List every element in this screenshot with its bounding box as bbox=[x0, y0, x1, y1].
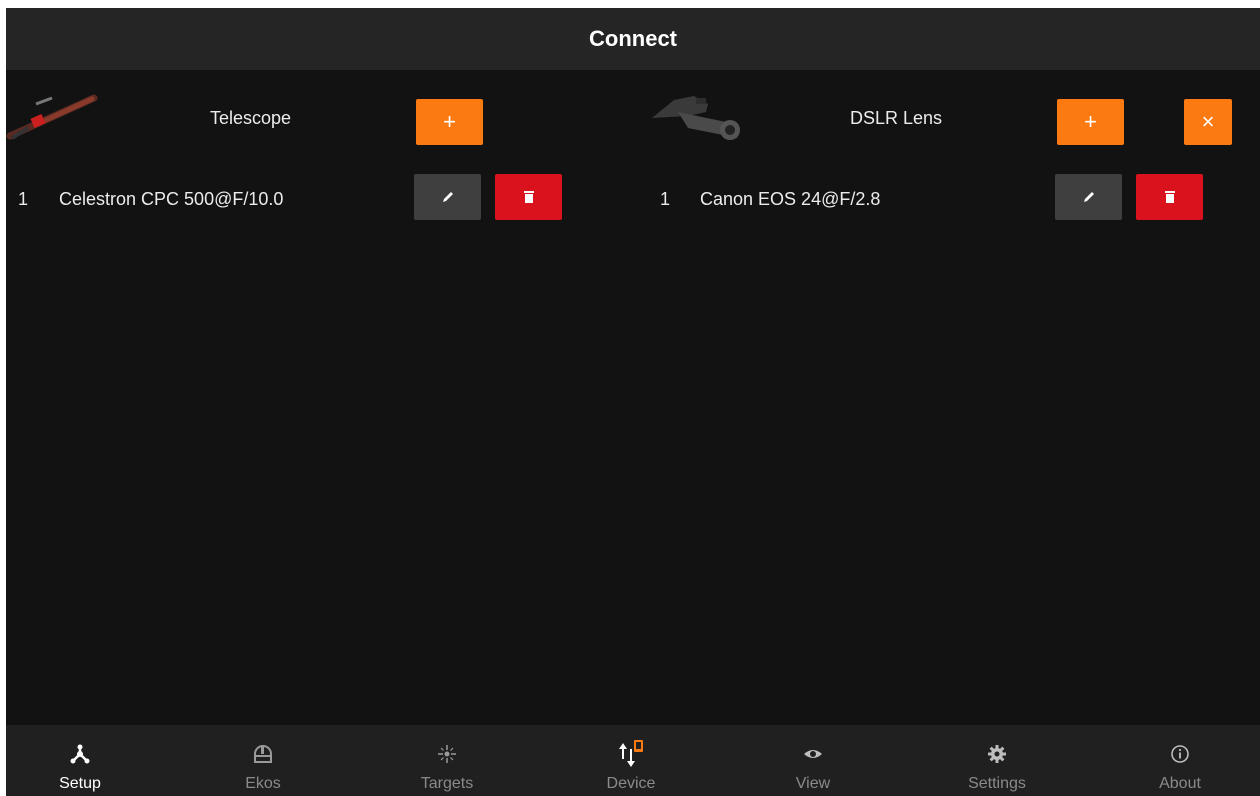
edit-lens-button[interactable] bbox=[1055, 174, 1122, 220]
telescope-row-name: Celestron CPC 500@F/10.0 bbox=[59, 189, 284, 209]
delete-telescope-button[interactable] bbox=[495, 174, 562, 220]
bottom-navigation: Setup Ekos Targets Device View Settings … bbox=[6, 725, 1260, 796]
nav-ekos[interactable]: Ekos bbox=[213, 725, 313, 796]
add-telescope-button[interactable]: + bbox=[416, 99, 483, 145]
trash-icon bbox=[1164, 191, 1175, 203]
nav-label: Setup bbox=[59, 775, 101, 792]
dslr-lens-image bbox=[652, 96, 740, 140]
telescope-image bbox=[6, 94, 98, 140]
close-lens-panel-button[interactable]: × bbox=[1184, 99, 1232, 145]
nav-label: Ekos bbox=[245, 775, 281, 792]
nav-targets[interactable]: Targets bbox=[397, 725, 497, 796]
nav-setup[interactable]: Setup bbox=[30, 725, 130, 796]
nav-view[interactable]: View bbox=[763, 725, 863, 796]
device-transfer-icon bbox=[619, 740, 643, 767]
nav-about[interactable]: About bbox=[1130, 725, 1230, 796]
app-window: Connect Telescope + 1 Celestron CPC 500@… bbox=[6, 8, 1260, 796]
observatory-dome-icon bbox=[254, 745, 272, 763]
pencil-icon bbox=[1083, 192, 1094, 202]
setup-icon bbox=[70, 744, 90, 764]
pencil-icon bbox=[442, 192, 453, 202]
plus-icon: + bbox=[1084, 109, 1097, 134]
delete-lens-button[interactable] bbox=[1136, 174, 1203, 220]
trash-icon bbox=[523, 191, 534, 203]
info-icon bbox=[1171, 745, 1189, 763]
nav-settings[interactable]: Settings bbox=[947, 725, 1047, 796]
page-title: Connect bbox=[589, 26, 677, 51]
app-header: Connect bbox=[6, 8, 1260, 70]
lens-row-index: 1 bbox=[660, 189, 671, 209]
lens-section-title: DSLR Lens bbox=[850, 108, 943, 128]
close-icon: × bbox=[1201, 109, 1215, 134]
nav-label: Settings bbox=[968, 775, 1026, 792]
add-lens-button[interactable]: + bbox=[1057, 99, 1124, 145]
nav-label: Targets bbox=[420, 775, 474, 792]
nav-label: View bbox=[795, 775, 831, 792]
eye-icon bbox=[804, 750, 822, 758]
gear-icon bbox=[988, 745, 1006, 763]
plus-icon: + bbox=[443, 109, 456, 134]
edit-telescope-button[interactable] bbox=[414, 174, 481, 220]
nav-label: Device bbox=[606, 775, 656, 792]
telescope-row-index: 1 bbox=[18, 189, 29, 209]
telescope-section-title: Telescope bbox=[210, 108, 292, 128]
lens-row-name: Canon EOS 24@F/2.8 bbox=[700, 189, 881, 209]
target-star-icon bbox=[438, 745, 456, 763]
nav-label: About bbox=[1159, 775, 1201, 792]
nav-device[interactable]: Device bbox=[581, 725, 681, 796]
